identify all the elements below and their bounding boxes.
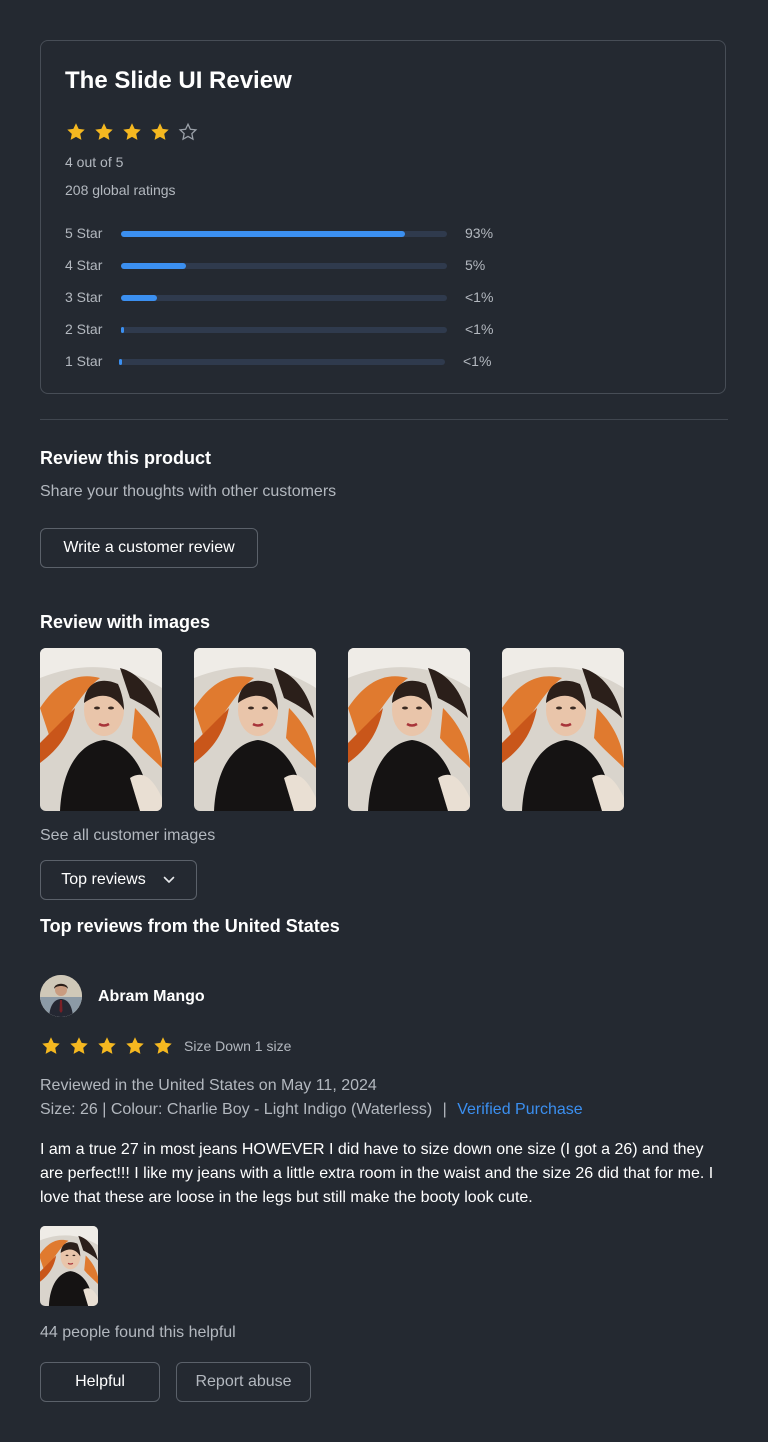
summary-title: The Slide UI Review — [65, 67, 292, 94]
histogram-percent: 93% — [465, 225, 494, 241]
histogram-track — [121, 263, 447, 269]
histogram-row-2[interactable]: 2 Star <1% — [65, 321, 705, 353]
histogram-track — [121, 327, 447, 333]
histogram-fill — [121, 327, 124, 333]
section-divider — [40, 419, 728, 420]
histogram-label: 2 Star — [65, 321, 103, 337]
avatar — [40, 975, 82, 1017]
review-image-gallery — [40, 648, 624, 811]
variant-details: Size: 26 | Colour: Charlie Boy - Light I… — [40, 1101, 433, 1118]
star-icon — [68, 1035, 90, 1057]
portrait-image — [502, 648, 624, 811]
histogram-row-1[interactable]: 1 Star <1% — [65, 353, 705, 385]
review-product-heading: Review this product — [40, 448, 212, 468]
review-stars: Size Down 1 size — [40, 1035, 291, 1057]
histogram-label: 5 Star — [65, 225, 103, 241]
rating-summary-card: The Slide UI Review 4 out of 5 208 globa… — [40, 40, 726, 394]
star-icon — [93, 121, 115, 143]
global-ratings: 208 global ratings — [65, 182, 176, 198]
portrait-image — [194, 648, 316, 811]
sort-select[interactable]: Top reviews — [40, 860, 197, 900]
review-product-subtext: Share your thoughts with other customers — [40, 483, 337, 500]
verified-purchase-badge: Verified Purchase — [457, 1101, 583, 1118]
histogram-fill — [121, 295, 157, 301]
see-all-images-link[interactable]: See all customer images — [40, 827, 215, 845]
histogram-percent: <1% — [465, 321, 494, 337]
top-reviews-heading: Top reviews from the United States — [40, 916, 340, 936]
histogram-track — [121, 231, 447, 237]
portrait-image — [40, 1226, 98, 1306]
rating-histogram: 5 Star 93% 4 Star 5% 3 Star <1% 2 Star <… — [65, 225, 705, 385]
summary-stars — [65, 121, 199, 143]
portrait-image — [348, 648, 470, 811]
histogram-track — [121, 295, 447, 301]
review-images-heading: Review with images — [40, 612, 211, 632]
review-date: Reviewed in the United States on May 11,… — [40, 1077, 377, 1094]
histogram-fill — [121, 231, 405, 237]
histogram-track — [119, 359, 445, 365]
histogram-row-4[interactable]: 4 Star 5% — [65, 257, 705, 289]
star-icon — [96, 1035, 118, 1057]
separator: | — [442, 1101, 447, 1118]
sort-selected-value: Top reviews — [61, 871, 146, 888]
report-abuse-button[interactable]: Report abuse — [176, 1362, 311, 1402]
star-icon — [121, 121, 143, 143]
reviewer-name[interactable]: Abram Mango — [98, 988, 205, 1006]
star-icon — [65, 121, 87, 143]
helpful-button[interactable]: Helpful — [40, 1362, 160, 1402]
histogram-row-3[interactable]: 3 Star <1% — [65, 289, 705, 321]
rating-text: 4 out of 5 — [65, 154, 124, 170]
chevron-down-icon — [163, 876, 175, 883]
histogram-fill — [121, 263, 187, 269]
star-icon — [152, 1035, 174, 1057]
histogram-fill — [119, 359, 122, 365]
review-attached-image[interactable] — [40, 1226, 98, 1306]
star-outline-icon — [177, 121, 199, 143]
portrait-image — [40, 648, 162, 811]
histogram-percent: <1% — [465, 289, 494, 305]
histogram-label: 4 Star — [65, 257, 103, 273]
star-icon — [124, 1035, 146, 1057]
review-image-thumbnail[interactable] — [40, 648, 162, 811]
review-image-thumbnail[interactable] — [194, 648, 316, 811]
histogram-label: 3 Star — [65, 289, 103, 305]
review-variant-line: Size: 26 | Colour: Charlie Boy - Light I… — [40, 1101, 583, 1119]
review-image-thumbnail[interactable] — [348, 648, 470, 811]
star-icon — [149, 121, 171, 143]
histogram-percent: 5% — [465, 257, 486, 273]
star-icon — [40, 1035, 62, 1057]
user-avatar-icon — [40, 975, 82, 1017]
size-note: Size Down 1 size — [184, 1038, 292, 1054]
histogram-label: 1 Star — [65, 353, 103, 369]
histogram-row-5[interactable]: 5 Star 93% — [65, 225, 705, 257]
write-review-button[interactable]: Write a customer review — [40, 528, 258, 568]
helpful-count: 44 people found this helpful — [40, 1324, 236, 1341]
histogram-percent: <1% — [463, 353, 492, 369]
review-body: I am a true 27 in most jeans HOWEVER I d… — [40, 1141, 714, 1206]
review-image-thumbnail[interactable] — [502, 648, 624, 811]
